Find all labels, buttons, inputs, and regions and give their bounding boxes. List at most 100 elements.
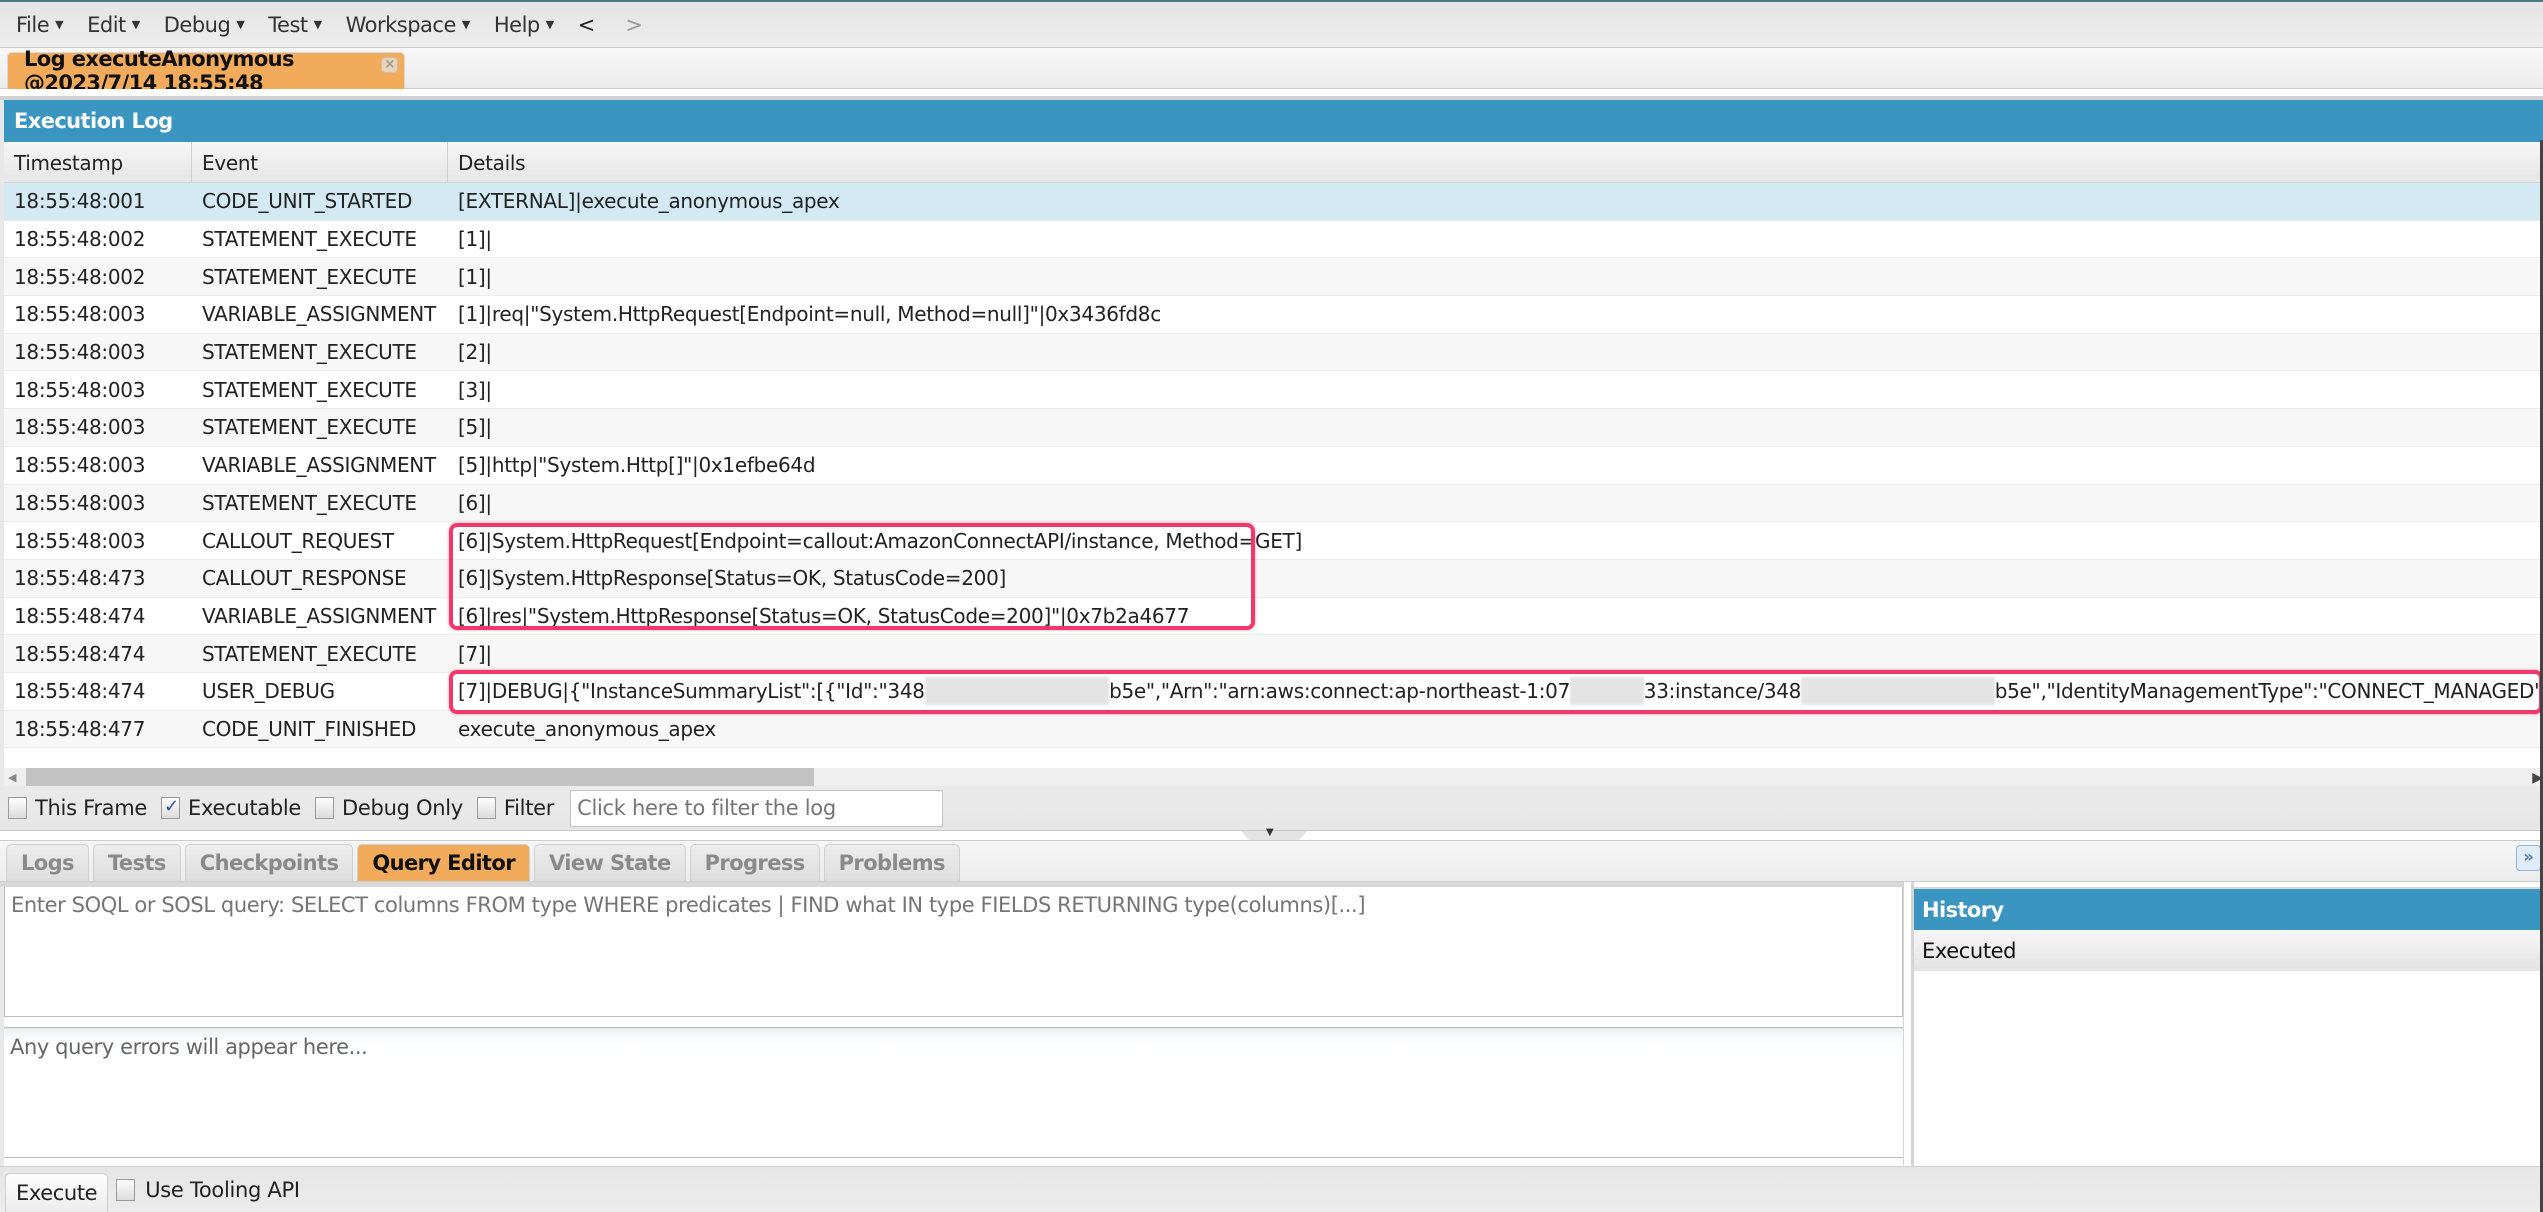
tab-problems[interactable]: Problems <box>823 844 960 881</box>
cell-event: STATEMENT_EXECUTE <box>202 264 417 289</box>
horizontal-scrollbar[interactable]: ◀ ▶ <box>4 768 2543 786</box>
cell-details: [5]| <box>458 415 492 440</box>
cell-event: VARIABLE_ASSIGNMENT <box>202 453 436 478</box>
table-body: 18:55:48:001 CODE_UNIT_STARTED [EXTERNAL]|… <box>4 183 2543 749</box>
table-row[interactable]: 18:55:48:002 STATEMENT_EXECUTE [1]| <box>4 220 2543 259</box>
tab-logs[interactable]: Logs <box>6 844 89 881</box>
debug-only-label: Debug Only <box>342 796 463 820</box>
tab-query-editor[interactable]: Query Editor <box>357 844 530 881</box>
menu-help-label: Help <box>493 12 540 37</box>
column-header-details[interactable]: Details <box>448 142 2543 183</box>
history-title: History <box>1922 897 2004 922</box>
editor-tab-bar: Log executeAnonymous @2023/7/14 18:55:48… <box>0 47 2543 95</box>
menu-file[interactable]: File ▼ <box>16 13 64 37</box>
table-row[interactable]: 18:55:48:474 STATEMENT_EXECUTE [7]| <box>4 635 2543 673</box>
table-row[interactable]: 18:55:48:003 VARIABLE_ASSIGNMENT [5]|http|… <box>4 446 2543 485</box>
triangle-down-icon[interactable]: ▼ <box>1266 827 1274 838</box>
scrollbar-thumb[interactable] <box>26 768 814 786</box>
log-tab-title: Log executeAnonymous @2023/7/14 18:55:48 <box>24 47 294 95</box>
menu-help[interactable]: Help ▼ <box>494 13 554 37</box>
table-row[interactable]: 18:55:48:474 USER_DEBUG [7]|DEBUG|{"Instan… <box>4 672 2543 711</box>
log-tab[interactable]: Log executeAnonymous @2023/7/14 18:55:48… <box>7 47 405 95</box>
cell-event: CALLOUT_REQUEST <box>202 528 394 553</box>
cell-timestamp: 18:55:48:003 <box>14 415 146 440</box>
collapse-panel-icon[interactable]: » <box>2516 845 2541 871</box>
menu-edit-label: Edit <box>87 12 126 37</box>
details-text: 33:instance/348 <box>1643 679 1802 704</box>
table-row[interactable]: 18:55:48:003 STATEMENT_EXECUTE [3]| <box>4 371 2543 410</box>
cell-timestamp: 18:55:48:003 <box>14 302 146 327</box>
executable-checkbox[interactable] <box>161 796 181 819</box>
filter-label: Filter <box>503 796 555 820</box>
redacted-text <box>1801 677 1995 706</box>
vertical-splitter[interactable] <box>1903 882 1914 1166</box>
panel-splitter[interactable]: ▼ <box>0 827 2543 841</box>
table-row[interactable]: 18:55:48:001 CODE_UNIT_STARTED [EXTERNAL]|… <box>4 183 2543 221</box>
cell-details: [1]| <box>458 264 492 289</box>
cell-details: execute_anonymous_apex <box>458 716 716 741</box>
redacted-text <box>1570 677 1644 706</box>
splitter-handle[interactable] <box>1241 831 1307 840</box>
column-header-event[interactable]: Event <box>192 142 448 183</box>
cell-timestamp: 18:55:48:003 <box>14 453 146 478</box>
menu-bar: File ▼ Edit ▼ Debug ▼ Test ▼ Workspace ▼ Help… <box>0 0 2543 48</box>
caret-down-icon: ▼ <box>236 18 245 31</box>
cell-details: [1]|req|"System.HttpRequest[Endpoint=nul… <box>458 302 1161 327</box>
back-button[interactable]: < <box>578 13 596 37</box>
cell-timestamp: 18:55:48:474 <box>14 603 146 628</box>
debug-only-checkbox[interactable] <box>315 797 335 819</box>
table-row[interactable]: 18:55:48:003 STATEMENT_EXECUTE [2]| <box>4 333 2543 372</box>
cell-timestamp: 18:55:48:474 <box>14 641 146 666</box>
table-row[interactable]: 18:55:48:003 STATEMENT_EXECUTE [5]| <box>4 409 2543 447</box>
column-header-timestamp[interactable]: Timestamp <box>4 142 192 183</box>
table-row[interactable]: 18:55:48:003 VARIABLE_ASSIGNMENT [1]|req|"… <box>4 296 2543 334</box>
cell-timestamp: 18:55:48:002 <box>14 264 146 289</box>
history-column-executed[interactable]: Executed <box>1914 930 2543 971</box>
cell-timestamp: 18:55:48:003 <box>14 377 146 402</box>
menu-debug[interactable]: Debug ▼ <box>164 13 245 37</box>
cell-details: [5]|http|"System.Http[]"|0x1efbe64d <box>458 453 816 478</box>
table-row[interactable]: 18:55:48:003 STATEMENT_EXECUTE [6]| <box>4 484 2543 523</box>
cell-timestamp: 18:55:48:477 <box>14 716 146 741</box>
table-row[interactable]: 18:55:48:474 VARIABLE_ASSIGNMENT [6]|res|"… <box>4 597 2543 636</box>
query-editor-divider <box>4 1017 1903 1028</box>
this-frame-checkbox[interactable] <box>8 797 27 819</box>
cell-details: [7]|DEBUG|{"InstanceSummaryList":[{"Id":… <box>448 673 2543 710</box>
execution-log-header: Execution Log <box>4 100 2543 142</box>
close-icon[interactable]: × <box>381 57 398 73</box>
table-row[interactable]: 18:55:48:003 CALLOUT_REQUEST [6]|System.Ht… <box>4 522 2543 560</box>
table-row[interactable]: 18:55:48:002 STATEMENT_EXECUTE [1]| <box>4 258 2543 297</box>
use-tooling-api-checkbox[interactable] <box>116 1178 136 1201</box>
filter-checkbox[interactable] <box>476 797 496 819</box>
tab-checkpoints[interactable]: Checkpoints <box>184 844 354 881</box>
query-input[interactable] <box>4 887 1903 1017</box>
execution-log-table: Timestamp Event Details 18:55:48:001 CODE… <box>4 142 2543 768</box>
query-errors-area: Any query errors will appear here... <box>4 1029 1903 1158</box>
this-frame-label: This Frame <box>35 796 148 820</box>
caret-down-icon: ▼ <box>545 18 554 31</box>
cell-details: [7]| <box>458 641 492 666</box>
filter-log-input[interactable] <box>570 789 944 827</box>
tab-progress[interactable]: Progress <box>689 844 820 881</box>
execute-button[interactable]: Execute <box>5 1172 109 1212</box>
cell-details: [2]| <box>458 340 492 365</box>
history-header: History <box>1914 887 2543 930</box>
cell-event: STATEMENT_EXECUTE <box>202 227 417 252</box>
tab-tests[interactable]: Tests <box>92 844 181 881</box>
menu-workspace[interactable]: Workspace ▼ <box>346 13 471 37</box>
forward-button[interactable]: > <box>625 13 643 37</box>
query-footer: Execute Use Tooling API <box>0 1166 2543 1212</box>
tab-view-state[interactable]: View State <box>533 844 686 881</box>
details-text: b5e","Arn":"arn:aws:connect:ap-northeast… <box>1109 679 1570 704</box>
cell-details: [EXTERNAL]|execute_anonymous_apex <box>458 189 840 214</box>
scroll-left-icon[interactable]: ◀ <box>8 771 16 784</box>
executable-label: Executable <box>188 796 302 820</box>
menu-edit[interactable]: Edit ▼ <box>87 13 140 37</box>
cell-event: VARIABLE_ASSIGNMENT <box>202 603 436 628</box>
cell-details: [3]| <box>458 377 492 402</box>
table-row[interactable]: 18:55:48:473 CALLOUT_RESPONSE [6]|System.H… <box>4 559 2543 598</box>
menu-test[interactable]: Test ▼ <box>268 13 322 37</box>
table-row[interactable]: 18:55:48:477 CODE_UNIT_FINISHED execute_an… <box>4 710 2543 749</box>
query-editor-bottom <box>4 1158 1903 1166</box>
cell-event: STATEMENT_EXECUTE <box>202 415 417 440</box>
